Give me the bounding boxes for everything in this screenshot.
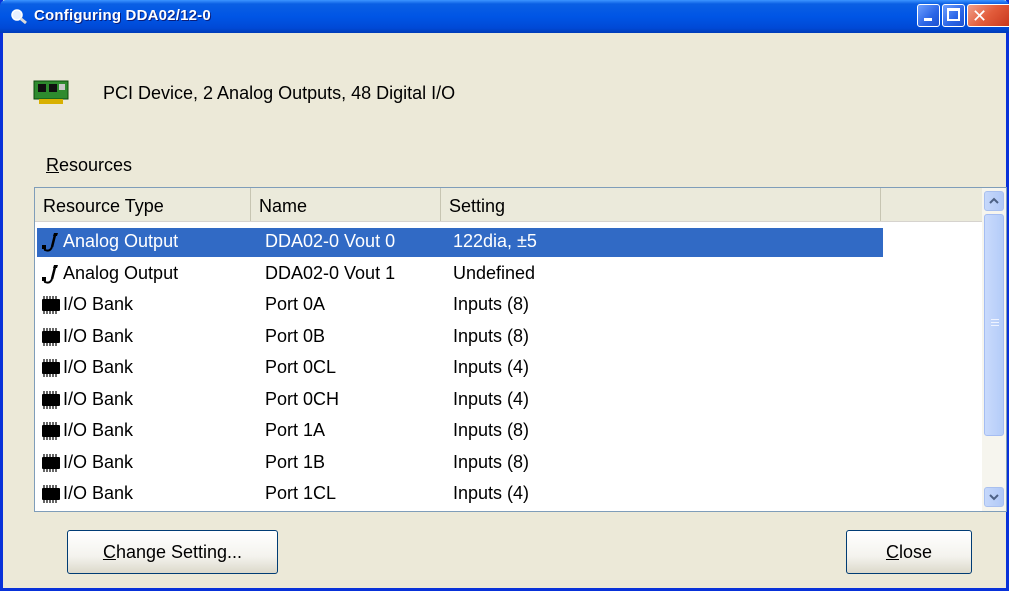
cell-resource-type: I/O Bank	[63, 451, 134, 472]
io-bank-chip-icon	[42, 422, 60, 440]
table-row[interactable]: I/O Bank Port 1B Inputs (8)	[37, 449, 883, 478]
change-setting-label: hange Setting...	[115, 542, 243, 562]
cell-name: DDA02-0 Vout 0	[265, 231, 396, 251]
cell-resource-type: I/O Bank	[63, 483, 134, 503]
minimize-icon	[924, 18, 932, 21]
list-header: Resource Type Name Setting	[35, 188, 982, 222]
cell-name: Port 0CH	[265, 388, 340, 409]
cell-resource-type: I/O Bank	[63, 388, 134, 409]
table-row[interactable]: I/O Bank Port 0CL Inputs (4)	[37, 354, 883, 383]
io-bank-chip-icon	[42, 485, 60, 503]
column-header-name[interactable]: Name	[251, 188, 441, 221]
io-bank-chip-icon	[42, 296, 60, 314]
cell-name: Port 0A	[265, 294, 326, 314]
cell-resource-type: I/O Bank	[63, 420, 134, 440]
change-setting-accel: C	[102, 542, 116, 562]
cell-resource-type: I/O Bank	[63, 325, 134, 346]
cell-name: DDA02-0 Vout 1	[265, 262, 396, 283]
title-bar[interactable]: Configuring DDA02/12-0 ✕	[0, 0, 1009, 33]
resources-list[interactable]: Resource Type Name Setting Analog Output…	[34, 187, 1007, 512]
cell-setting: Inputs (4)	[453, 388, 530, 409]
io-bank-chip-icon	[42, 390, 60, 409]
table-row[interactable]: I/O Bank Port 0A Inputs (8)	[37, 291, 883, 320]
chevron-up-icon	[989, 197, 999, 204]
scroll-down-button[interactable]	[984, 487, 1004, 507]
io-bank-chip-icon	[42, 453, 60, 472]
cell-setting: Inputs (4)	[453, 483, 530, 503]
column-header-setting[interactable]: Setting	[441, 188, 881, 221]
table-row[interactable]: Analog Output DDA02-0 Vout 0 122dia, ±5	[37, 228, 883, 257]
resources-label-rest: esources	[59, 155, 133, 175]
cell-setting: Inputs (4)	[453, 357, 530, 377]
table-row[interactable]: I/O Bank Port 1A Inputs (8)	[37, 417, 883, 446]
dialog-window: Configuring DDA02/12-0 ✕ PCI Device, 2 A…	[0, 0, 1009, 591]
device-description: PCI Device, 2 Analog Outputs, 48 Digital…	[103, 83, 456, 103]
io-bank-chip-icon	[42, 327, 60, 346]
cell-setting: Inputs (8)	[453, 451, 530, 472]
cell-setting: Inputs (8)	[453, 325, 530, 346]
table-row[interactable]: I/O Bank Port 1CL Inputs (4)	[37, 480, 883, 509]
cell-resource-type: Analog Output	[63, 262, 179, 283]
scroll-up-button[interactable]	[984, 191, 1004, 211]
maximize-icon	[947, 8, 960, 21]
cell-name: Port 0CL	[265, 357, 337, 377]
grip-line	[991, 322, 999, 323]
close-window-button[interactable]: ✕	[967, 4, 1009, 27]
cell-name: Port 1CL	[265, 483, 337, 503]
cell-setting: Undefined	[453, 262, 536, 283]
io-bank-chip-icon	[42, 359, 60, 377]
resources-label-accel: R	[46, 155, 59, 175]
table-row[interactable]: Analog Output DDA02-0 Vout 1 Undefined	[37, 260, 883, 289]
maximize-button[interactable]	[942, 4, 965, 27]
analog-output-icon	[42, 264, 58, 284]
vertical-scrollbar[interactable]	[982, 188, 1006, 511]
resources-label: Resources	[46, 155, 132, 176]
close-accel: C	[885, 542, 899, 562]
window-title: Configuring DDA02/12-0	[34, 7, 211, 24]
scroll-thumb[interactable]	[984, 214, 1004, 436]
cell-setting: Inputs (8)	[453, 294, 530, 314]
cell-name: Port 1B	[265, 451, 326, 472]
column-header-empty	[881, 188, 982, 221]
cell-setting: 122dia, ±5	[453, 231, 537, 251]
pci-card-icon	[33, 80, 69, 104]
minimize-button[interactable]	[917, 4, 940, 27]
close-icon: ✕	[972, 6, 988, 27]
close-button[interactable]: Close	[846, 530, 972, 574]
close-label: lose	[898, 542, 933, 562]
grip-line	[991, 319, 999, 320]
cell-resource-type: I/O Bank	[63, 294, 134, 314]
cell-name: Port 1A	[265, 420, 326, 440]
column-header-resource-type[interactable]: Resource Type	[35, 188, 251, 221]
table-row[interactable]: I/O Bank Port 0B Inputs (8)	[37, 323, 883, 352]
chevron-down-icon	[989, 494, 999, 501]
cell-setting: Inputs (8)	[453, 420, 530, 440]
cell-resource-type: Analog Output	[63, 231, 179, 251]
cell-name: Port 0B	[265, 325, 326, 346]
table-row[interactable]: I/O Bank Port 0CH Inputs (4)	[37, 386, 883, 415]
cell-resource-type: I/O Bank	[63, 357, 134, 377]
grip-line	[991, 325, 999, 326]
analog-output-icon	[42, 233, 58, 252]
change-setting-button[interactable]: Change Setting...	[67, 530, 278, 574]
magnifier-icon	[11, 9, 27, 24]
